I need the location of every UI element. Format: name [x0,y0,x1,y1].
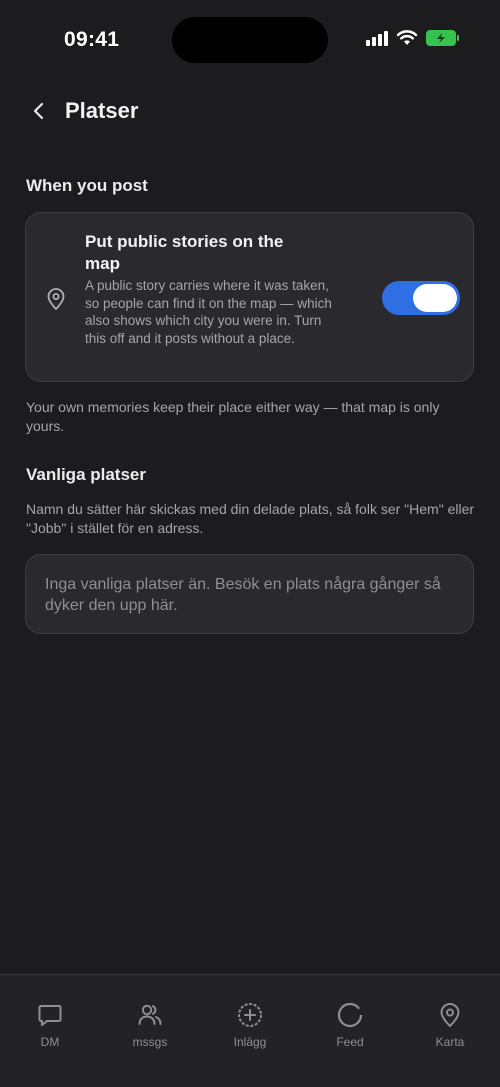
tab-inlagg[interactable]: Inlägg [200,975,300,1087]
map-toggle-card: Put public stories on the map A public s… [25,212,474,382]
common-places-description: Namn du sätter här skickas med din delad… [26,501,475,536]
map-pin-icon [440,1003,460,1027]
tab-label: Inlägg [233,1035,267,1049]
toggle-title: Put public stories on the map [85,232,284,273]
common-places-empty-card: Inga vanliga platser än. Besök en plats … [25,554,474,634]
toggle-description: A public story carries where it was take… [85,278,332,346]
tab-mssgs[interactable]: mssgs [100,975,200,1087]
tab-bar: DM mssgs Inlägg Feed Karta [0,974,500,1087]
wifi-icon [396,30,418,45]
screen: 09:41 Platser When you post Put public s… [0,0,500,1087]
chat-bubble-icon [38,1005,62,1026]
people-icon [138,1004,162,1025]
status-icons [366,30,459,46]
public-stories-map-toggle[interactable] [382,281,460,315]
tab-label: Feed [336,1035,364,1049]
tab-label: DM [40,1035,60,1049]
tab-feed[interactable]: Feed [300,975,400,1087]
section-title-common-places: Vanliga platser [26,465,146,484]
plus-circle-icon [238,1003,262,1027]
status-bar: 09:41 [0,0,500,80]
page-title: Platser [65,98,139,123]
tab-label: mssgs [132,1035,168,1049]
memories-footnote: Your own memories keep their place eithe… [26,399,440,434]
signal-icon [366,30,388,46]
empty-state-text: Inga vanliga platser än. Besök en plats … [45,576,441,614]
battery-charging-icon [426,30,459,46]
header: Platser [0,88,500,134]
back-button[interactable] [24,94,54,128]
map-pin-icon [47,288,65,310]
status-time: 09:41 [64,28,120,51]
chevron-left-icon [33,102,44,120]
section-title-when-you-post: When you post [26,176,148,195]
tab-dm[interactable]: DM [0,975,100,1087]
toggle-knob [413,284,457,312]
circle-icon [337,1002,363,1028]
tab-karta[interactable]: Karta [400,975,500,1087]
tab-label: Karta [435,1035,465,1049]
dynamic-island [172,17,328,63]
